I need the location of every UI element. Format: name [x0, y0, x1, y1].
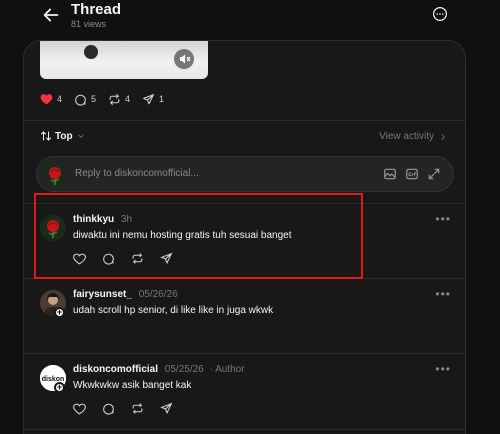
thread-panel: 4 5 4 1 Top View activity Reply to disko…	[23, 40, 466, 434]
sort-arrows-icon	[41, 131, 51, 141]
comment-button[interactable]	[102, 402, 115, 420]
timestamp: 05/25/26	[164, 364, 204, 375]
comment-button[interactable]	[102, 252, 115, 270]
divider	[24, 429, 465, 430]
gif-icon	[406, 168, 418, 180]
chevron-down-icon	[77, 134, 84, 138]
image-icon	[384, 168, 396, 180]
page-title: Thread	[71, 1, 122, 18]
share-button[interactable]	[160, 252, 173, 270]
share-button[interactable]: 1	[142, 93, 164, 106]
view-activity-label: View activity	[379, 131, 434, 142]
share-button[interactable]	[160, 402, 173, 420]
gif-button[interactable]	[405, 167, 419, 186]
reply-input[interactable]: Reply to diskoncomofficial...	[75, 168, 199, 179]
like-count: 4	[57, 94, 63, 104]
back-arrow-icon[interactable]	[40, 4, 62, 26]
repost-icon	[132, 403, 143, 414]
reply-header: fairysunset_ 05/26/26	[73, 289, 178, 300]
reply-item: diskon + diskoncomofficial 05/25/26 · Au…	[24, 354, 465, 428]
share-count: 1	[159, 94, 165, 104]
reply-header: diskoncomofficial 05/25/26 · Author	[73, 364, 245, 375]
follow-plus-icon[interactable]: +	[54, 307, 65, 318]
reply-actions	[73, 402, 189, 420]
reply-item: + fairysunset_ 05/26/26 udah scroll hp s…	[24, 279, 465, 353]
like-button[interactable]	[73, 252, 86, 270]
view-activity-link[interactable]: View activity	[379, 131, 448, 142]
heart-icon	[73, 253, 86, 265]
heart-icon	[73, 403, 86, 415]
send-icon	[160, 402, 173, 415]
top-bar: Thread 81 views	[0, 0, 500, 40]
repost-count: 4	[125, 94, 131, 104]
more-options-icon[interactable]	[432, 6, 448, 22]
reply-box[interactable]: Reply to diskoncomofficial...	[36, 156, 454, 192]
sort-bar: Top View activity	[40, 130, 452, 146]
reply-text: diwaktu ini nemu hosting gratis tuh sesu…	[73, 230, 292, 241]
comment-icon	[103, 403, 114, 415]
reply-header: thinkkyu 3h	[73, 214, 132, 225]
avatar[interactable]	[40, 215, 66, 241]
repost-button[interactable]: 4	[108, 93, 130, 106]
timestamp: 05/26/26	[138, 289, 178, 300]
more-options-icon[interactable]: •••	[435, 287, 451, 301]
more-options-icon[interactable]: •••	[435, 362, 451, 376]
rose-avatar-icon	[42, 162, 68, 188]
like-button[interactable]: 4	[40, 93, 62, 105]
reply-text: Wkwkwkw asik banget kak	[73, 380, 192, 391]
repost-button[interactable]	[131, 252, 144, 270]
sort-label: Top	[55, 130, 73, 142]
comment-button[interactable]: 5	[74, 93, 96, 106]
username[interactable]: diskoncomofficial	[73, 364, 158, 375]
heart-filled-icon	[40, 94, 53, 105]
timestamp: 3h	[120, 214, 133, 225]
chevron-right-icon	[441, 133, 445, 140]
follow-plus-icon[interactable]: +	[54, 382, 65, 393]
repost-icon	[109, 93, 120, 105]
author-badge: · Author	[209, 364, 245, 375]
rose-avatar-icon	[40, 215, 66, 241]
reply-tools	[375, 167, 441, 186]
user-avatar	[42, 162, 68, 188]
media-content	[84, 45, 98, 59]
post-media[interactable]	[40, 41, 208, 79]
view-count: 81 views	[71, 19, 107, 29]
send-icon	[143, 93, 154, 104]
expand-button[interactable]	[427, 167, 441, 186]
more-options-icon[interactable]: •••	[435, 212, 451, 226]
expand-icon	[428, 168, 440, 180]
divider	[24, 120, 465, 121]
mute-button[interactable]	[174, 49, 194, 69]
reply-text: udah scroll hp senior, di like like in j…	[73, 305, 274, 316]
username[interactable]: fairysunset_	[73, 289, 132, 300]
like-button[interactable]	[73, 402, 86, 420]
reply-item: thinkkyu 3h diwaktu ini nemu hosting gra…	[24, 204, 465, 278]
post-stats: 4 5 4 1	[40, 90, 176, 108]
comment-count: 5	[91, 94, 97, 104]
sort-dropdown[interactable]: Top	[40, 130, 86, 142]
reply-actions	[73, 252, 189, 270]
repost-button[interactable]	[131, 402, 144, 420]
comment-icon	[75, 94, 86, 106]
send-icon	[160, 252, 173, 265]
image-button[interactable]	[383, 167, 397, 186]
username[interactable]: thinkkyu	[73, 214, 114, 225]
repost-icon	[132, 253, 143, 264]
speaker-muted-icon	[180, 54, 191, 64]
comment-icon	[103, 253, 114, 265]
